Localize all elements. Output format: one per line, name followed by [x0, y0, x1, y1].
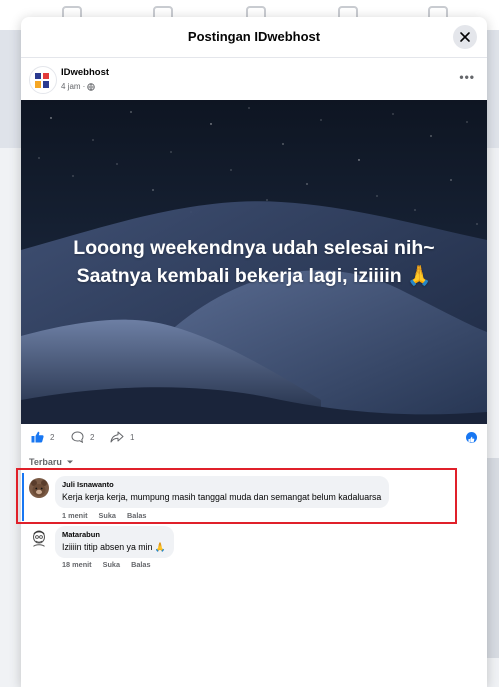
highlight-box: [16, 468, 457, 524]
more-options-button[interactable]: •••: [459, 70, 475, 84]
comment-like-button[interactable]: Suka: [103, 560, 120, 569]
comments-count: 2: [90, 432, 95, 442]
likes-count: 2: [50, 432, 55, 442]
reactions-bar: 2 2 1: [21, 424, 487, 450]
share-action[interactable]: 1: [110, 431, 134, 443]
caption-line-1: Looong weekendnya udah selesai nih~: [73, 237, 435, 259]
globe-icon: [87, 82, 95, 91]
post-caption: Looong weekendnya udah selesai nih~ Saat…: [21, 234, 487, 290]
close-icon: [460, 32, 470, 42]
thumbs-up-icon: [31, 431, 44, 443]
commenter-avatar[interactable]: [29, 528, 49, 548]
meta-separator: ·: [82, 82, 86, 91]
post-modal: Postingan IDwebhost IDwebhost 4 jam · ••…: [21, 17, 487, 687]
idwebhost-logo-icon: [35, 73, 49, 88]
reaction-summary-like-icon[interactable]: [466, 432, 477, 443]
page-name[interactable]: IDwebhost: [61, 67, 109, 78]
shares-count: 1: [130, 432, 135, 442]
modal-title: Postingan IDwebhost: [187, 29, 321, 44]
caption-line-2: Saatnya kembali bekerja lagi, iziiiin 🙏: [76, 265, 432, 287]
comment-time[interactable]: 18 menit: [62, 560, 92, 569]
post-header: IDwebhost 4 jam · •••: [21, 58, 487, 100]
modal-header: Postingan IDwebhost: [21, 17, 487, 58]
post-time[interactable]: 4 jam: [61, 82, 81, 91]
comment-bubble: Matarabun Iziiiin titip absen ya min 🙏: [55, 526, 174, 558]
comment-action[interactable]: 2: [71, 431, 94, 443]
comment-reply-button[interactable]: Balas: [131, 560, 150, 569]
post-image[interactable]: Looong weekendnya udah selesai nih~ Saat…: [21, 100, 487, 424]
chevron-down-icon: [66, 460, 73, 464]
share-icon: [110, 431, 124, 443]
comment-text: Iziiiin titip absen ya min 🙏: [62, 542, 166, 552]
sketch-avatar-icon: [29, 528, 49, 548]
comment-actions: 18 menit Suka Balas: [62, 560, 151, 569]
background-side-panel: [485, 458, 499, 658]
page-avatar[interactable]: [29, 66, 57, 94]
like-action[interactable]: 2: [31, 431, 54, 443]
comment-sort-dropdown[interactable]: Terbaru: [29, 457, 74, 467]
comment-author[interactable]: Matarabun: [62, 529, 166, 541]
post-meta: 4 jam ·: [61, 82, 95, 91]
close-button[interactable]: [453, 25, 477, 49]
thumbs-up-badge-icon: [468, 436, 475, 443]
sort-label: Terbaru: [29, 457, 62, 467]
comment-bubble-icon: [71, 431, 84, 443]
